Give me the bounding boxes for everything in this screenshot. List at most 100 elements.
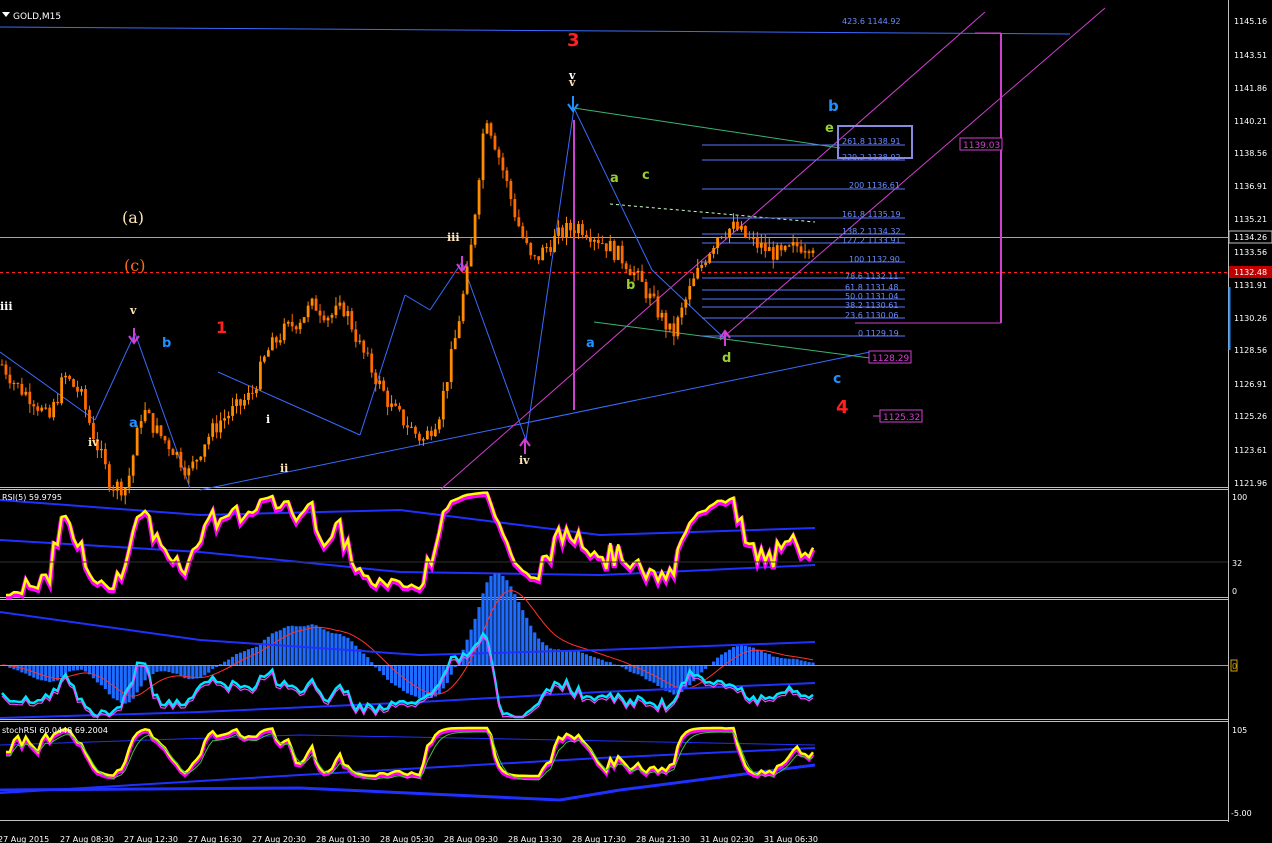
candle-body bbox=[425, 430, 429, 440]
candle-body bbox=[525, 236, 529, 244]
candle-body bbox=[783, 245, 787, 251]
price-tick: 1126.91 bbox=[1234, 380, 1267, 389]
candle-body bbox=[48, 407, 52, 418]
candle-body bbox=[60, 377, 64, 404]
price-box-upper: 1139.03 bbox=[959, 137, 1003, 151]
macd-bar bbox=[314, 625, 318, 665]
wave-label: iv bbox=[88, 436, 99, 449]
macd-bar bbox=[409, 665, 414, 695]
time-tick: 28 Aug 21:30 bbox=[636, 835, 690, 843]
candle-body bbox=[346, 311, 350, 317]
macd-bar bbox=[417, 665, 422, 699]
candle-body bbox=[716, 237, 719, 249]
price-tick: 1145.16 bbox=[1234, 17, 1267, 26]
macd-bar bbox=[604, 661, 608, 665]
svg-text:1139.03: 1139.03 bbox=[963, 141, 1000, 151]
macd-bar bbox=[254, 646, 259, 665]
candle-body bbox=[561, 227, 564, 238]
candle-body bbox=[553, 235, 556, 252]
candle-body bbox=[286, 321, 290, 324]
wave-label: (c) bbox=[124, 256, 145, 275]
price-tick: 1121.96 bbox=[1234, 479, 1267, 488]
candle-body bbox=[358, 340, 362, 342]
macd-bar bbox=[393, 665, 398, 686]
wave-label: v bbox=[568, 76, 576, 89]
svg-text:1128.29: 1128.29 bbox=[872, 354, 909, 364]
wave-label: (a) bbox=[122, 208, 144, 227]
candle-body bbox=[668, 323, 672, 330]
macd-bar bbox=[529, 625, 533, 665]
candle-body bbox=[565, 222, 568, 238]
macd-bar bbox=[370, 662, 374, 665]
candle-body bbox=[290, 321, 294, 327]
macd-bar bbox=[513, 594, 517, 665]
macd-bar bbox=[660, 665, 664, 688]
candle-body bbox=[445, 382, 449, 391]
candle-body bbox=[398, 405, 401, 410]
wave-label: b bbox=[626, 278, 635, 293]
candle-body bbox=[457, 321, 461, 339]
macd-bar bbox=[465, 639, 469, 665]
candle-body bbox=[235, 399, 238, 407]
candle-body bbox=[354, 329, 358, 342]
candle-body bbox=[12, 382, 16, 384]
macd-bar bbox=[258, 643, 262, 665]
svg-text:32: 32 bbox=[1232, 559, 1242, 568]
candle-body bbox=[533, 255, 537, 257]
candle-body bbox=[330, 314, 334, 318]
candle-body bbox=[700, 264, 704, 268]
candle-body bbox=[243, 399, 246, 406]
wave-label: e bbox=[825, 121, 834, 136]
macd-bar bbox=[179, 665, 183, 676]
candle-body bbox=[326, 317, 330, 321]
macd-bar bbox=[592, 657, 596, 665]
macd-bar bbox=[584, 654, 588, 665]
candle-body bbox=[207, 436, 211, 445]
candle-body bbox=[724, 236, 727, 238]
price-tick: 1130.26 bbox=[1234, 314, 1267, 323]
price-box-low: 1125.32 bbox=[873, 409, 923, 423]
macd-bar bbox=[517, 602, 521, 665]
fib-label: 127.2 1133.91 bbox=[842, 236, 901, 245]
macd-bar bbox=[628, 665, 632, 672]
time-tick: 28 Aug 09:30 bbox=[444, 835, 498, 843]
candle-body bbox=[604, 243, 608, 252]
candle-body bbox=[612, 240, 616, 260]
candle-body bbox=[505, 170, 509, 181]
wave-label: c bbox=[642, 168, 650, 183]
macd-bar bbox=[799, 660, 803, 665]
macd-bar bbox=[230, 656, 235, 665]
macd-bar bbox=[541, 642, 545, 665]
candle-body bbox=[449, 349, 453, 383]
candle-body bbox=[0, 364, 4, 366]
macd-bar bbox=[545, 645, 549, 665]
candle-body bbox=[529, 243, 533, 256]
candle-body bbox=[28, 391, 32, 405]
candle-body bbox=[521, 226, 525, 237]
price-axis: 1145.16 1143.51 1141.86 1140.21 1138.56 … bbox=[1234, 17, 1267, 488]
macd-bar bbox=[811, 662, 815, 665]
candle-body bbox=[469, 244, 473, 267]
candle-body bbox=[179, 451, 183, 468]
macd-bar bbox=[664, 665, 668, 691]
time-tick: 28 Aug 13:30 bbox=[508, 835, 562, 843]
macd-bar bbox=[771, 656, 775, 665]
svg-text:1125.32: 1125.32 bbox=[883, 413, 920, 423]
candle-body bbox=[493, 135, 497, 150]
macd-bar bbox=[155, 665, 159, 672]
candle-body bbox=[36, 406, 40, 411]
fib-label: 100 1132.90 bbox=[849, 255, 900, 264]
candle-body bbox=[545, 247, 549, 249]
macd-zero-badge: 0 bbox=[1230, 659, 1238, 672]
candle-body bbox=[84, 389, 87, 410]
candle-body bbox=[787, 245, 791, 247]
candle-body bbox=[239, 399, 242, 406]
candle-body bbox=[728, 228, 731, 238]
candle-body bbox=[569, 222, 572, 231]
candle-body bbox=[211, 423, 215, 437]
svg-text:1134.26: 1134.26 bbox=[1234, 233, 1267, 242]
time-tick: 28 Aug 17:30 bbox=[572, 835, 626, 843]
macd-bar bbox=[807, 662, 811, 665]
macd-bar bbox=[60, 665, 64, 677]
wave-label: 3 bbox=[567, 30, 580, 51]
